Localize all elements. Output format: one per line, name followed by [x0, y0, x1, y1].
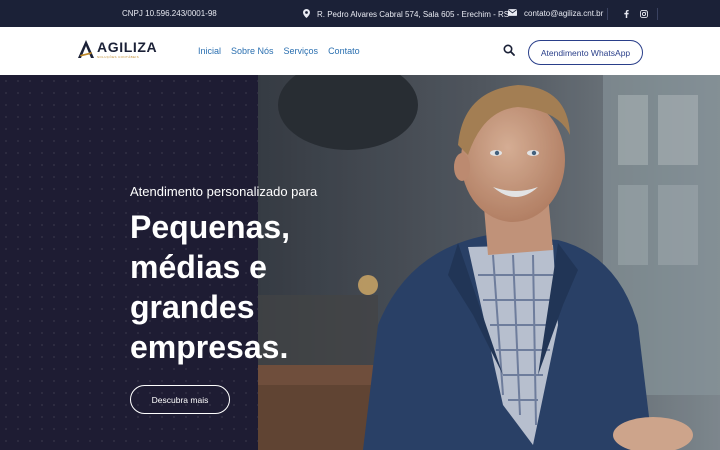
- divider: [607, 8, 608, 20]
- hero-section: Atendimento personalizado para Pequenas,…: [0, 75, 720, 450]
- primary-nav: Inicial Sobre Nós Serviços Contato: [198, 46, 360, 56]
- whatsapp-button[interactable]: Atendimento WhatsApp: [528, 40, 643, 65]
- nav-item-inicial[interactable]: Inicial: [198, 46, 221, 56]
- cnpj-text: CNPJ 10.596.243/0001-98: [122, 9, 217, 18]
- hero-subtitle: Atendimento personalizado para: [130, 184, 318, 199]
- hero-title: Pequenas, médias e grandes empresas.: [130, 209, 291, 365]
- discover-more-button[interactable]: Descubra mais: [130, 385, 230, 414]
- facebook-icon[interactable]: [624, 10, 629, 20]
- brand-tagline: SOLUÇÕES CONTÁBEIS: [97, 55, 140, 59]
- envelope-icon: [508, 9, 517, 18]
- address-text: R. Pedro Alvares Cabral 574, Sala 605 - …: [317, 10, 510, 19]
- nav-item-servicos[interactable]: Serviços: [284, 46, 319, 56]
- nav-item-sobre-nos[interactable]: Sobre Nós: [231, 46, 274, 56]
- triangle-logo-icon: [78, 40, 94, 63]
- search-icon[interactable]: [503, 43, 517, 57]
- email-text[interactable]: contato@agiliza.cnt.br: [524, 9, 603, 18]
- divider: [657, 8, 658, 20]
- brand-logo[interactable]: AGILIZA SOLUÇÕES CONTÁBEIS: [78, 40, 157, 63]
- nav-item-contato[interactable]: Contato: [328, 46, 360, 56]
- email-info[interactable]: contato@agiliza.cnt.br: [508, 9, 603, 18]
- map-pin-icon: [303, 9, 310, 20]
- instagram-icon[interactable]: [640, 10, 648, 20]
- top-info-bar: CNPJ 10.596.243/0001-98 R. Pedro Alvares…: [0, 0, 720, 27]
- brand-name: AGILIZA: [97, 39, 158, 55]
- main-navbar: AGILIZA SOLUÇÕES CONTÁBEIS Inicial Sobre…: [0, 27, 720, 75]
- address-info: R. Pedro Alvares Cabral 574, Sala 605 - …: [303, 9, 509, 20]
